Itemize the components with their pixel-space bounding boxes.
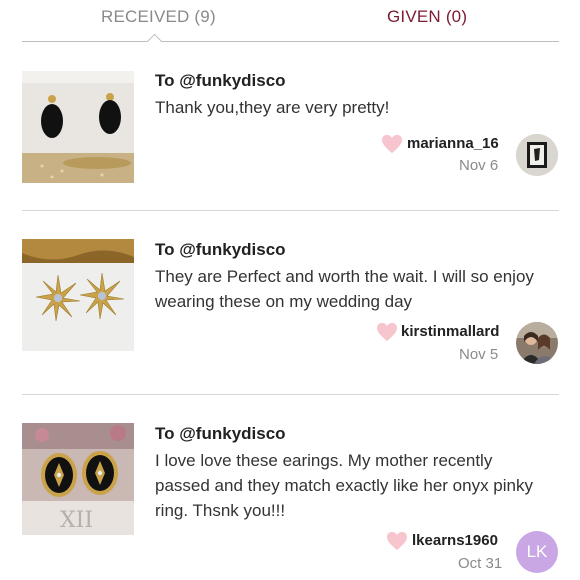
review-date: Nov 5: [459, 346, 499, 363]
review-message: I love love these earings. My mother rec…: [155, 451, 533, 520]
review-recipient: To @funkydisco: [155, 424, 286, 443]
review-date: Oct 31: [458, 555, 503, 572]
divider: [22, 394, 559, 395]
listing-thumbnail[interactable]: XII: [22, 423, 134, 535]
tab-divider: [22, 41, 559, 42]
tab-received[interactable]: RECEIVED (9): [101, 7, 216, 27]
tab-bar: RECEIVED (9) GIVEN (0): [0, 0, 580, 50]
heart-icon: [387, 531, 407, 551]
divider: [22, 210, 559, 211]
avatar[interactable]: [516, 134, 558, 176]
svg-text:XII: XII: [60, 508, 93, 533]
reviewer-username[interactable]: marianna_16: [407, 135, 499, 152]
heart-icon: [377, 322, 397, 342]
reviewer-username[interactable]: kirstinmallard: [401, 323, 499, 340]
avatar[interactable]: [516, 322, 558, 364]
review-recipient: To @funkydisco: [155, 71, 286, 90]
listing-thumbnail[interactable]: [22, 239, 134, 351]
active-tab-indicator: [146, 33, 163, 50]
review-message: Thank you,they are very pretty!: [155, 98, 390, 117]
review-date: Nov 6: [459, 157, 499, 174]
review-message: They are Perfect and worth the wait. I w…: [155, 267, 534, 311]
avatar[interactable]: LK: [516, 531, 558, 573]
heart-icon: [382, 134, 402, 154]
tab-given[interactable]: GIVEN (0): [387, 7, 467, 27]
listing-thumbnail[interactable]: [22, 71, 134, 183]
review-recipient: To @funkydisco: [155, 240, 286, 259]
reviewer-username[interactable]: lkearns1960: [412, 532, 498, 549]
